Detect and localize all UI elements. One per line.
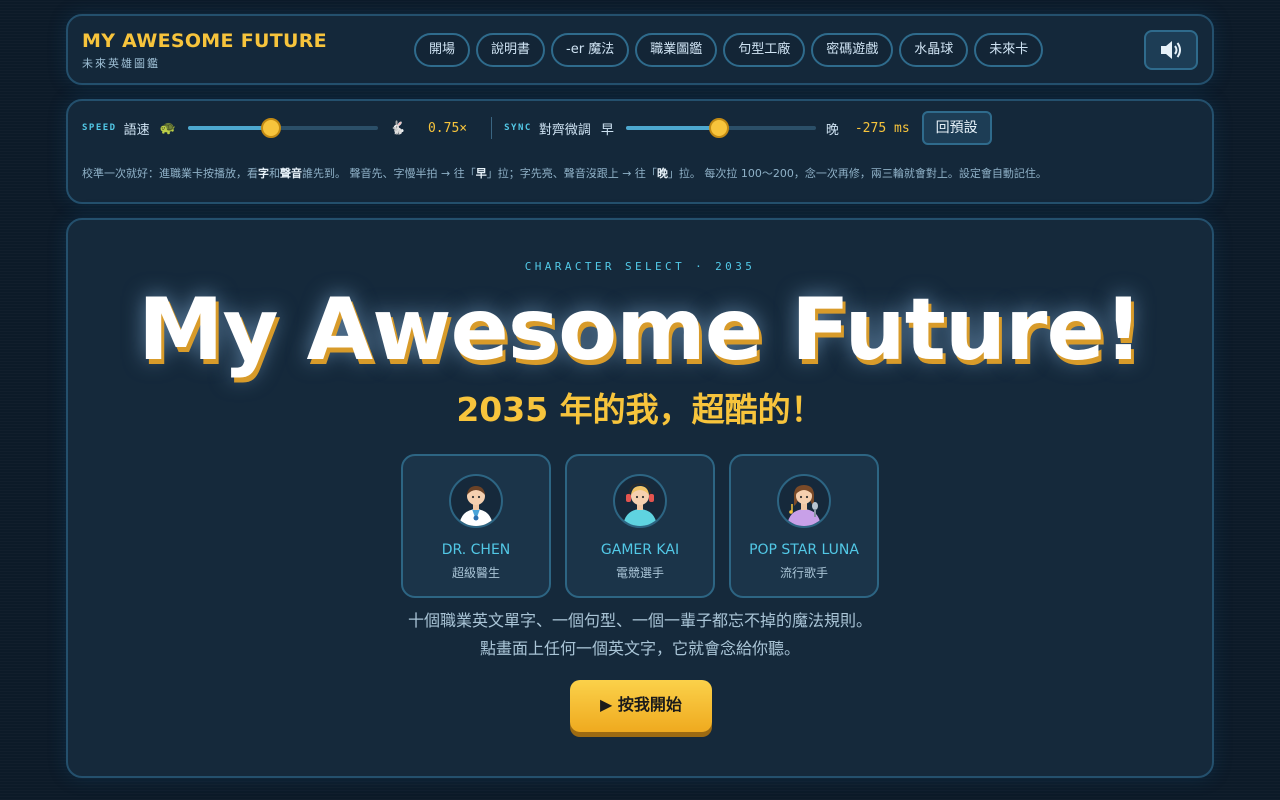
app-subtitle: 未來英雄圖鑑 <box>82 57 160 70</box>
nav-future-card[interactable]: 未來卡 <box>974 33 1044 67</box>
speed-tag: SPEED <box>82 123 117 133</box>
hero-subtitle: 2035 年的我，超酷的！ <box>456 390 824 429</box>
intro-description: 十個職業英文單字、一個句型、一個一輩子都忘不掉的魔法規則。 點畫面上任何一個英文… <box>68 607 1212 663</box>
intro-line-1: 十個職業英文單字、一個句型、一個一輩子都忘不掉的魔法規則。 <box>407 611 872 630</box>
speed-slider-fill <box>187 126 272 130</box>
card-name: GAMER KAI <box>600 542 680 558</box>
popstar-avatar-icon <box>777 474 831 528</box>
speed-value: 0.75× <box>427 120 468 136</box>
divider <box>491 117 493 139</box>
card-role: 超級醫生 <box>451 566 500 580</box>
character-card-popstar[interactable]: POP STAR LUNA 流行歌手 <box>729 454 879 598</box>
card-name: POP STAR LUNA <box>749 542 859 558</box>
character-card-doctor[interactable]: DR. CHEN 超級醫生 <box>401 454 551 598</box>
gamer-avatar-icon <box>613 474 667 528</box>
nav-sentence-factory[interactable]: 句型工廠 <box>723 33 806 67</box>
intro-line-2: 點畫面上任何一個英文字，它就會念給你聽。 <box>479 639 800 658</box>
character-card-gamer[interactable]: GAMER KAI 電競選手 <box>565 454 715 598</box>
brand: MY AWESOME FUTURE 未來英雄圖鑑 <box>82 30 327 71</box>
calibration-hint: 校準一次就好：進職業卡按播放，看字和聲音誰先到。 聲音先、字慢半拍 → 往「早」… <box>82 167 1047 180</box>
audio-controls: SPEED 語速 🐢 🐇 0.75× SYNC 對齊微調 早 晚 -275 ms… <box>66 99 1214 204</box>
doctor-avatar-icon <box>449 474 503 528</box>
reset-button[interactable]: 回預設 <box>921 111 992 145</box>
character-cards: DR. CHEN 超級醫生 GAMER KAI 電競選手 POP STAR LU… <box>401 454 879 598</box>
speed-slider-thumb[interactable] <box>261 118 282 138</box>
nav-code-game[interactable]: 密碼遊戲 <box>811 33 894 67</box>
sync-late-label: 晚 <box>825 122 839 138</box>
sync-tag: SYNC <box>504 123 532 133</box>
sync-slider[interactable] <box>625 118 816 138</box>
nav-manual[interactable]: 說明書 <box>476 33 546 67</box>
sound-button[interactable] <box>1144 30 1198 70</box>
sync-slider-fill <box>625 126 719 130</box>
card-role: 電競選手 <box>615 566 664 580</box>
sync-value: -275 ms <box>854 120 910 136</box>
character-select-panel: CHARACTER SELECT · 2035 My Awesome Futur… <box>66 218 1214 778</box>
hero-title[interactable]: My Awesome Future! <box>68 280 1212 380</box>
card-name: DR. CHEN <box>441 542 511 558</box>
speaker-icon <box>1161 41 1181 59</box>
rabbit-icon: 🐇 <box>389 120 406 136</box>
nav-opening[interactable]: 開場 <box>414 33 471 67</box>
nav-tabs: 開場 說明書 -er 魔法 職業圖鑑 句型工廠 密碼遊戲 水晶球 未來卡 <box>414 33 1044 67</box>
nav-job-catalog[interactable]: 職業圖鑑 <box>635 33 718 67</box>
card-role: 流行歌手 <box>779 566 828 580</box>
speed-slider[interactable] <box>187 118 378 138</box>
nav-er-magic[interactable]: -er 魔法 <box>551 33 630 67</box>
speed-label: 語速 <box>123 122 150 138</box>
top-bar: MY AWESOME FUTURE 未來英雄圖鑑 開場 說明書 -er 魔法 職… <box>66 14 1214 85</box>
kicker-label: CHARACTER SELECT · 2035 <box>524 260 756 273</box>
nav-crystal-ball[interactable]: 水晶球 <box>899 33 969 67</box>
sync-early-label: 早 <box>600 122 614 138</box>
sync-label: 對齊微調 <box>538 122 591 138</box>
turtle-icon: 🐢 <box>159 120 176 136</box>
app-title: MY AWESOME FUTURE <box>82 30 327 52</box>
start-button[interactable]: ▶ 按我開始 <box>570 680 712 732</box>
sync-slider-thumb[interactable] <box>708 118 729 138</box>
